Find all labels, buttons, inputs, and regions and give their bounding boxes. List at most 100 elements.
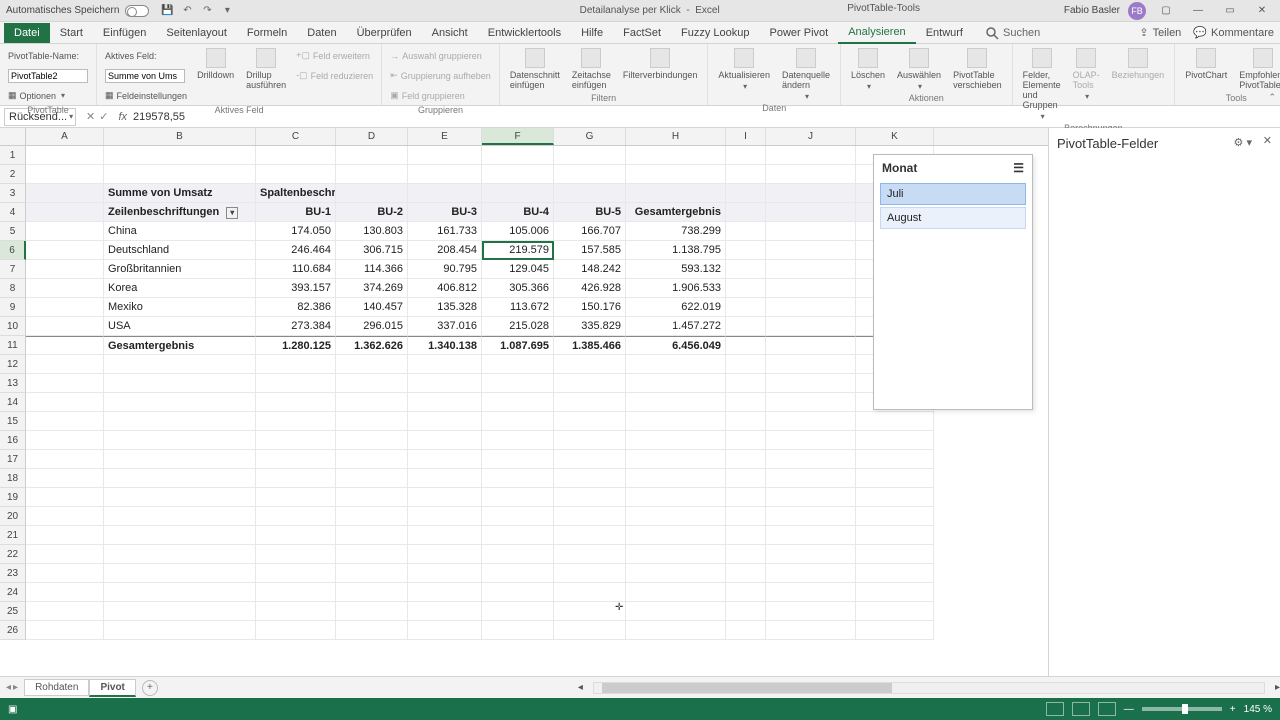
tab-analyze[interactable]: Analysieren [838, 22, 915, 44]
cell[interactable] [856, 412, 934, 431]
cell[interactable] [766, 298, 856, 317]
cell[interactable]: 114.366 [336, 260, 408, 279]
cell[interactable] [26, 241, 104, 260]
row-header[interactable]: 23 [0, 564, 26, 583]
cell[interactable] [408, 488, 482, 507]
row-header[interactable]: 17 [0, 450, 26, 469]
cell[interactable]: 150.176 [554, 298, 626, 317]
cell[interactable] [482, 374, 554, 393]
cell[interactable]: Gesamtergebnis [626, 203, 726, 222]
cell[interactable] [726, 583, 766, 602]
cell[interactable] [336, 469, 408, 488]
row-header[interactable]: 11 [0, 336, 26, 355]
cell[interactable] [104, 621, 256, 640]
cell[interactable] [408, 393, 482, 412]
cell[interactable] [336, 621, 408, 640]
cell[interactable] [726, 336, 766, 355]
cell[interactable]: 1.340.138 [408, 336, 482, 355]
cell[interactable] [104, 450, 256, 469]
refresh-button[interactable]: Aktualisieren▾ [714, 46, 774, 93]
cell[interactable] [626, 526, 726, 545]
cell[interactable] [256, 165, 336, 184]
cell[interactable] [26, 602, 104, 621]
cell[interactable] [26, 526, 104, 545]
cell[interactable] [256, 526, 336, 545]
cell[interactable] [26, 488, 104, 507]
cell[interactable]: 157.585 [554, 241, 626, 260]
col-header-g[interactable]: G [554, 128, 626, 145]
cell[interactable] [408, 621, 482, 640]
cell[interactable] [856, 507, 934, 526]
redo-icon[interactable]: ↷ [199, 3, 215, 19]
cell[interactable] [26, 260, 104, 279]
record-macro-icon[interactable]: ▣ [8, 704, 17, 715]
cell[interactable] [336, 545, 408, 564]
row-header[interactable]: 1 [0, 146, 26, 165]
cell[interactable] [766, 526, 856, 545]
cell[interactable] [766, 545, 856, 564]
zoom-slider[interactable] [1142, 707, 1222, 711]
fields-items-button[interactable]: Felder, Elemente und Gruppen▾ [1019, 46, 1065, 123]
cell[interactable] [408, 469, 482, 488]
cell[interactable]: 1.087.695 [482, 336, 554, 355]
cell[interactable] [726, 146, 766, 165]
cell[interactable]: 426.928 [554, 279, 626, 298]
cell[interactable] [336, 412, 408, 431]
cell[interactable] [26, 279, 104, 298]
cell[interactable] [104, 355, 256, 374]
cell[interactable]: 113.672 [482, 298, 554, 317]
cell[interactable] [104, 165, 256, 184]
cell[interactable] [766, 431, 856, 450]
tab-formulas[interactable]: Formeln [237, 23, 297, 43]
hscroll-left-icon[interactable]: ◂ [578, 682, 583, 693]
cell[interactable] [554, 526, 626, 545]
cell[interactable] [626, 564, 726, 583]
row-header[interactable]: 21 [0, 526, 26, 545]
cell[interactable] [626, 355, 726, 374]
row-header[interactable]: 9 [0, 298, 26, 317]
cell[interactable]: 130.803 [336, 222, 408, 241]
tab-powerpivot[interactable]: Power Pivot [760, 23, 839, 43]
row-header[interactable]: 13 [0, 374, 26, 393]
tab-fuzzy[interactable]: Fuzzy Lookup [671, 23, 759, 43]
cell[interactable]: 1.280.125 [256, 336, 336, 355]
cell[interactable] [856, 564, 934, 583]
cell[interactable] [626, 450, 726, 469]
view-pagebreak-icon[interactable] [1098, 702, 1116, 716]
row-header[interactable]: 8 [0, 279, 26, 298]
cell[interactable] [26, 146, 104, 165]
cell[interactable] [256, 450, 336, 469]
cell[interactable]: 1.138.795 [626, 241, 726, 260]
cell[interactable] [26, 336, 104, 355]
cell[interactable] [726, 222, 766, 241]
cell[interactable] [256, 469, 336, 488]
cell[interactable] [482, 507, 554, 526]
col-header-c[interactable]: C [256, 128, 336, 145]
cell[interactable] [766, 488, 856, 507]
cell[interactable] [104, 431, 256, 450]
cell[interactable] [554, 146, 626, 165]
cell[interactable] [26, 621, 104, 640]
ungroup-button[interactable]: ⇤Gruppierung aufheben [388, 66, 493, 85]
cell[interactable] [554, 393, 626, 412]
row-header[interactable]: 26 [0, 621, 26, 640]
toggle-switch[interactable] [125, 5, 149, 17]
cell[interactable] [26, 583, 104, 602]
cell[interactable] [104, 469, 256, 488]
filter-connections-button[interactable]: Filterverbindungen [619, 46, 702, 82]
cell[interactable]: 1.362.626 [336, 336, 408, 355]
cell[interactable] [256, 374, 336, 393]
cell[interactable] [766, 165, 856, 184]
maximize-icon[interactable]: ▭ [1218, 5, 1242, 16]
cell[interactable]: 335.829 [554, 317, 626, 336]
pt-options-button[interactable]: ▦Optionen▾ [6, 86, 90, 105]
col-header-e[interactable]: E [408, 128, 482, 145]
cell[interactable] [726, 317, 766, 336]
cell[interactable] [408, 507, 482, 526]
cell[interactable] [104, 583, 256, 602]
cell[interactable] [408, 184, 482, 203]
cell[interactable] [726, 241, 766, 260]
tab-insert[interactable]: Einfügen [93, 23, 156, 43]
cell[interactable] [766, 507, 856, 526]
cell[interactable] [408, 564, 482, 583]
